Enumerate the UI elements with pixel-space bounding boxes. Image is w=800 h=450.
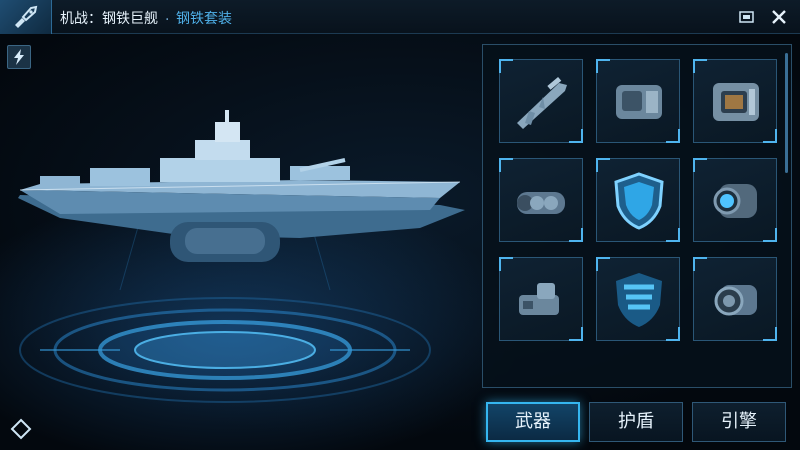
app-logo xyxy=(0,0,52,34)
equipment-slot-engine[interactable] xyxy=(693,59,777,143)
panel-scrollbar[interactable] xyxy=(785,53,788,173)
equipment-slot-shield[interactable] xyxy=(596,158,680,242)
striped-shield-icon xyxy=(616,273,662,327)
page-subtitle: 钢铁套装 xyxy=(176,11,232,27)
cannon-barrel-icon xyxy=(517,192,565,214)
equipment-slot-shield-striped[interactable] xyxy=(596,257,680,341)
engine-block-icon xyxy=(713,83,759,121)
tab-engines[interactable]: 引擎 xyxy=(692,402,786,442)
scope-module-icon xyxy=(519,283,559,315)
close-icon xyxy=(772,10,786,24)
equipment-slot-armor[interactable] xyxy=(596,59,680,143)
jet-engine-icon xyxy=(714,285,757,316)
armor-module-icon xyxy=(616,85,662,119)
diamond-button[interactable] xyxy=(10,418,32,440)
equipment-slot-jet-engine[interactable] xyxy=(693,257,777,341)
title-bar: 机战：钢铁巨舰 . 钢铁套装 xyxy=(0,0,800,34)
shield-icon xyxy=(614,172,664,230)
equipment-panel xyxy=(482,44,792,388)
equipment-slot-cannon[interactable] xyxy=(499,158,583,242)
back-button[interactable] xyxy=(7,45,31,69)
ship-stage xyxy=(18,110,465,403)
window-restore-icon xyxy=(739,11,754,23)
diamond-icon xyxy=(10,418,32,440)
close-button[interactable] xyxy=(770,8,788,26)
tab-weapons[interactable]: 武器 xyxy=(486,402,580,442)
equipment-slot-rifle[interactable] xyxy=(499,59,583,143)
battleship xyxy=(18,110,465,262)
assault-rifle-icon xyxy=(517,76,567,129)
wrench-rocket-icon xyxy=(15,5,38,28)
lightning-back-icon xyxy=(14,49,24,65)
tab-shields[interactable]: 护盾 xyxy=(589,402,683,442)
title-separator: . xyxy=(165,8,170,24)
equipment-slot-thruster[interactable] xyxy=(693,158,777,242)
page-title: 机战：钢铁巨舰 xyxy=(60,11,158,27)
thruster-icon xyxy=(713,184,757,218)
window-restore-button[interactable] xyxy=(738,8,756,26)
equipment-slot-scope[interactable] xyxy=(499,257,583,341)
